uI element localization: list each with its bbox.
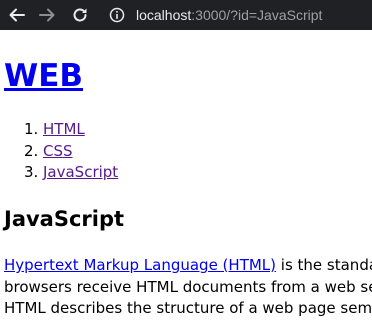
url-text[interactable]: localhost:3000/?id=JavaScript [136,7,322,23]
browser-toolbar: localhost:3000/?id=JavaScript [0,0,372,30]
topic-list: 1. HTML 2. CSS 3. JavaScript [0,119,118,184]
info-icon[interactable] [108,6,126,24]
topic-link-css[interactable]: CSS [43,142,73,160]
back-arrow-icon[interactable] [6,4,28,26]
list-number: 1. [24,120,39,138]
list-number: 3. [24,163,39,181]
description-line: HTML describes the structure of a web pa… [4,299,372,317]
description-line: Hypertext Markup Language (HTML) is the … [4,255,372,277]
reload-icon[interactable] [69,4,91,26]
topic-link-javascript[interactable]: JavaScript [43,163,118,181]
forward-arrow-icon[interactable] [36,4,58,26]
topic-link-html[interactable]: HTML [43,120,85,138]
topic-list-item: 2. CSS [0,141,118,163]
description-paragraph: Hypertext Markup Language (HTML) is the … [4,255,372,320]
page-heading: JavaScript [4,207,125,231]
description-line: browsers receive HTML documents from a w… [4,277,372,296]
html-wiki-link[interactable]: Hypertext Markup Language (HTML) [4,256,276,274]
description-text: is the standard markup language for crea… [280,256,372,274]
site-title-link[interactable]: WEB [4,58,83,94]
url-path: :3000/?id=JavaScript [191,7,323,23]
page-content: WEB 1. HTML 2. CSS 3. JavaScript JavaScr… [0,30,372,327]
site-title: WEB [4,56,83,96]
address-bar[interactable]: localhost:3000/?id=JavaScript [104,0,372,30]
list-number: 2. [24,141,39,160]
topic-list-item: 1. HTML [0,119,118,141]
url-host: localhost [136,7,192,23]
topic-list-item: 3. JavaScript [0,162,118,184]
